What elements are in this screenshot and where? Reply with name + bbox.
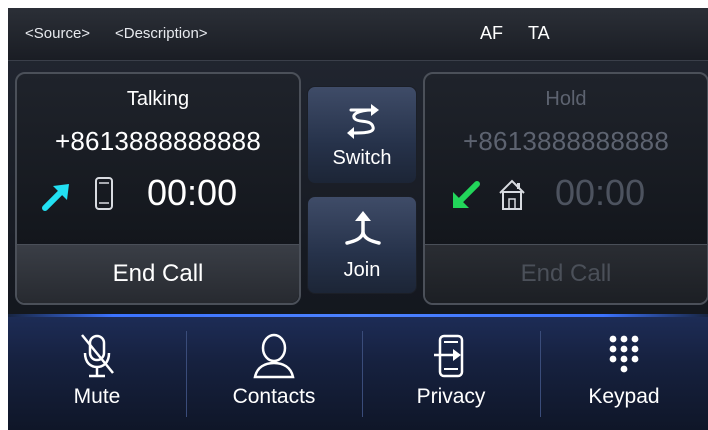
ta-indicator: TA (528, 23, 550, 43)
switch-label: Switch (332, 147, 392, 169)
mute-button[interactable]: Mute (8, 317, 186, 430)
description-label: <Description> (115, 25, 208, 42)
outgoing-arrow-icon (42, 184, 69, 211)
held-call-status: Hold (545, 88, 587, 110)
contacts-label: Contacts (232, 385, 316, 408)
incoming-arrow-icon (453, 181, 480, 208)
active-call-panel[interactable]: Talking +8613888888888 00:00 End Call (15, 72, 301, 305)
status-bar: <Source> <Description> AF TA (8, 8, 708, 61)
privacy-label: Privacy (416, 385, 486, 408)
contacts-button[interactable]: Contacts (186, 317, 362, 430)
end-active-call-button[interactable]: End Call (17, 244, 299, 303)
held-call-timer: 00:00 (555, 172, 646, 213)
mute-label: Mute (73, 385, 121, 408)
join-icon (345, 211, 381, 245)
source-label: <Source> (25, 25, 91, 42)
active-call-status: Talking (126, 88, 190, 110)
switch-icon (347, 104, 379, 139)
home-icon (499, 179, 525, 210)
join-button[interactable]: Join (307, 196, 417, 294)
phone-call-screen: <Source> <Description> AF TA Talking +86… (8, 8, 708, 430)
held-call-panel[interactable]: Hold +8613888888888 00:00 End Call (423, 72, 708, 305)
af-indicator: AF (480, 23, 504, 43)
privacy-transfer-icon (434, 334, 464, 378)
active-call-number: +8613888888888 (55, 126, 261, 156)
switch-button[interactable]: Switch (307, 86, 417, 184)
mic-muted-icon (81, 334, 114, 378)
mobile-phone-icon (95, 177, 113, 210)
keypad-icon (609, 335, 639, 373)
keypad-label: Keypad (588, 385, 660, 408)
active-call-timer: 00:00 (147, 172, 238, 213)
end-held-call-button[interactable]: End Call (425, 244, 707, 303)
privacy-button[interactable]: Privacy (362, 317, 540, 430)
bottom-toolbar: Mute Contacts Privacy Keypad (8, 317, 708, 430)
held-call-number: +8613888888888 (463, 126, 669, 156)
contact-person-icon (253, 333, 295, 379)
join-label: Join (343, 259, 381, 281)
keypad-button[interactable]: Keypad (540, 317, 708, 430)
